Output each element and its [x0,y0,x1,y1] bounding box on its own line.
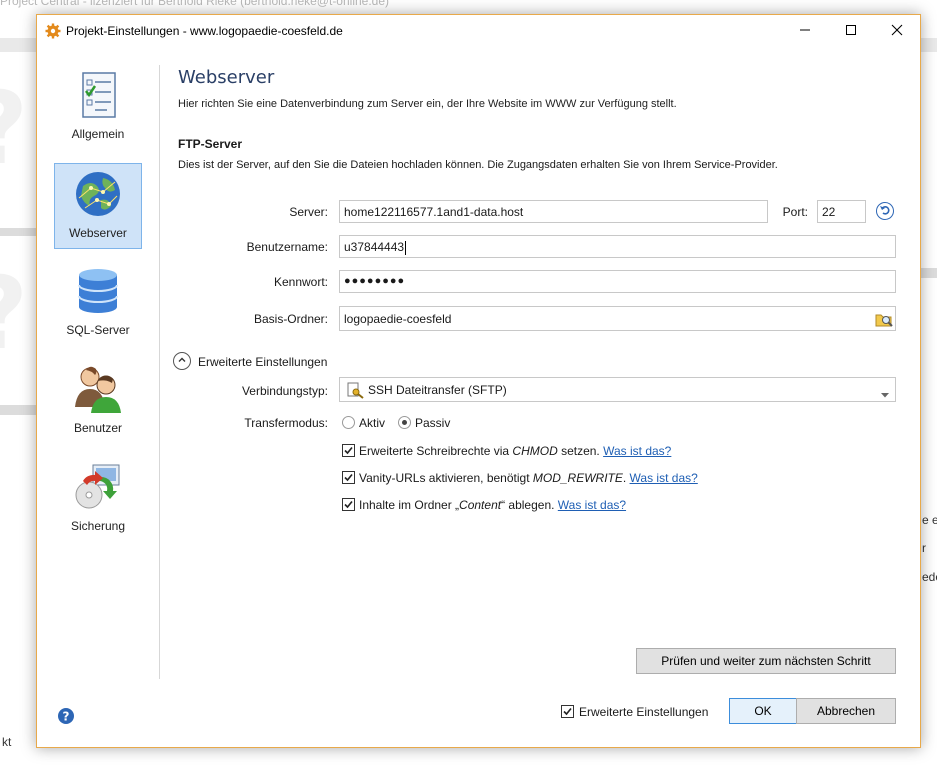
background-window-title: Project Central - lizenziert für Berthol… [0,0,390,8]
section-title: FTP-Server [178,137,243,151]
backup-icon [73,461,123,513]
advanced-settings-checkbox-label[interactable]: Erweiterte Einstellungen [579,705,708,719]
svg-text:?: ? [63,710,70,724]
dialog-titlebar[interactable]: Projekt-Einstellungen - www.logopaedie-c… [37,15,920,47]
minimize-button[interactable] [782,15,828,45]
content-folder-option-label[interactable]: Inhalte im Ordner „Content“ ablegen. Was… [359,498,626,512]
background-divider-3 [921,268,937,278]
background-text-2: r [922,541,926,555]
background-toolbar-band [0,38,36,52]
page-description: Hier richten Sie eine Datenverbindung zu… [178,98,677,110]
folder-browse-icon[interactable] [875,310,893,328]
content-folder-help-link[interactable]: Was ist das? [558,498,626,512]
checkmark-icon [344,473,353,482]
connection-type-select[interactable]: SSH Dateitransfer (SFTP) [339,377,896,402]
base-folder-input[interactable]: logopaedie-coesfeld [339,306,896,331]
port-input[interactable]: 22 [817,200,866,223]
option-text: Erweiterte Schreibrechte via [359,444,513,458]
checkmark-icon [344,500,353,509]
checklist-icon [73,69,123,121]
cancel-button[interactable]: Abbrechen [796,698,896,724]
option-text-end: setzen. [557,444,600,458]
option-text: Inhalte im Ordner „ [359,498,460,512]
connection-type-label: Verbindungstyp: [241,384,328,398]
username-value: u37844443 [344,240,405,254]
server-input[interactable]: home122116577.1and1-data.host [339,200,768,223]
option-emphasis: MOD_REWRITE [532,471,623,485]
background-status-text: kt [2,735,12,749]
radio-aktiv-label[interactable]: Aktiv [359,416,385,430]
background-text-3: ede [922,570,937,584]
sidebar-item-webserver[interactable]: Webserver [54,163,142,249]
sidebar-item-sql-server[interactable]: SQL-Server [54,261,142,347]
maximize-button[interactable] [828,15,874,45]
chevron-down-icon[interactable] [881,387,889,401]
background-help-watermark: ? [0,70,28,187]
base-folder-value: logopaedie-coesfeld [344,312,452,326]
page-title: Webserver [178,67,275,88]
password-input[interactable]: ●●●●●●●● [339,270,896,293]
background-help-watermark-2: ? [0,255,28,372]
project-settings-dialog: Projekt-Einstellungen - www.logopaedie-c… [36,14,921,748]
sidebar-item-benutzer[interactable]: Benutzer [54,359,142,445]
globe-icon [73,168,123,220]
sidebar-item-allgemein[interactable]: Allgemein [54,65,142,151]
advanced-section-label[interactable]: Erweiterte Einstellungen [198,355,327,369]
username-label: Benutzername: [246,240,328,254]
sidebar-item-sicherung[interactable]: Sicherung [54,457,142,543]
chmod-option-label[interactable]: Erweiterte Schreibrechte via CHMOD setze… [359,444,671,458]
base-folder-label: Basis-Ordner: [253,312,328,326]
connection-type-value: SSH Dateitransfer (SFTP) [368,383,507,397]
help-icon[interactable]: ? [57,707,75,725]
background-divider-2 [0,405,36,415]
checkmark-icon [344,446,353,455]
checkmark-icon [563,707,572,716]
ssh-key-icon [346,381,364,399]
chevron-up-icon [177,354,187,368]
advanced-settings-checkbox[interactable] [561,705,574,718]
sidebar-item-label: Webserver [69,226,127,240]
vanity-urls-help-link[interactable]: Was ist das? [630,471,698,485]
username-input[interactable]: u37844443 [339,235,896,258]
password-label: Kennwort: [273,275,328,289]
radio-aktiv[interactable] [342,416,355,429]
settings-sidebar: Allgemein Webserver SQL-Server Benutzer … [37,47,160,697]
radio-passiv-label[interactable]: Passiv [415,416,450,430]
sidebar-item-label: Sicherung [70,519,126,533]
sidebar-item-label: SQL-Server [66,323,130,337]
text-caret [405,240,407,255]
section-description: Dies ist der Server, auf den Sie die Dat… [178,159,778,171]
sidebar-separator [159,65,160,679]
radio-passiv[interactable] [398,416,411,429]
users-icon [73,363,123,415]
check-next-step-button[interactable]: Prüfen und weiter zum nächsten Schritt [636,648,896,674]
option-text-end: “ ablegen. [501,498,555,512]
vanity-urls-option-label[interactable]: Vanity-URLs aktivieren, benötigt MOD_REW… [359,471,698,485]
sidebar-item-label: Benutzer [73,421,123,435]
transfer-mode-label: Transfermodus: [244,416,328,430]
chmod-checkbox[interactable] [342,444,355,457]
background-toolbar-band-right [921,38,937,52]
database-icon [73,265,123,317]
advanced-collapse-button[interactable] [173,352,191,370]
undo-arrow-icon [879,204,891,219]
chmod-help-link[interactable]: Was ist das? [603,444,671,458]
sidebar-item-label: Allgemein [71,127,125,141]
gear-icon [45,23,61,39]
reset-port-button[interactable] [876,202,894,220]
background-text-1: e er [922,513,937,527]
option-text: Vanity-URLs aktivieren, benötigt [359,471,533,485]
dialog-title: Projekt-Einstellungen - www.logopaedie-c… [66,24,343,38]
content-folder-checkbox[interactable] [342,498,355,511]
close-button[interactable] [874,15,920,45]
port-label: Port: [782,205,808,219]
ok-button[interactable]: OK [729,698,797,724]
option-emphasis: CHMOD [512,444,558,458]
vanity-urls-checkbox[interactable] [342,471,355,484]
server-label: Server: [289,205,328,219]
option-text-end: . [622,471,627,485]
background-divider [0,228,36,236]
option-emphasis: Content [459,498,502,512]
